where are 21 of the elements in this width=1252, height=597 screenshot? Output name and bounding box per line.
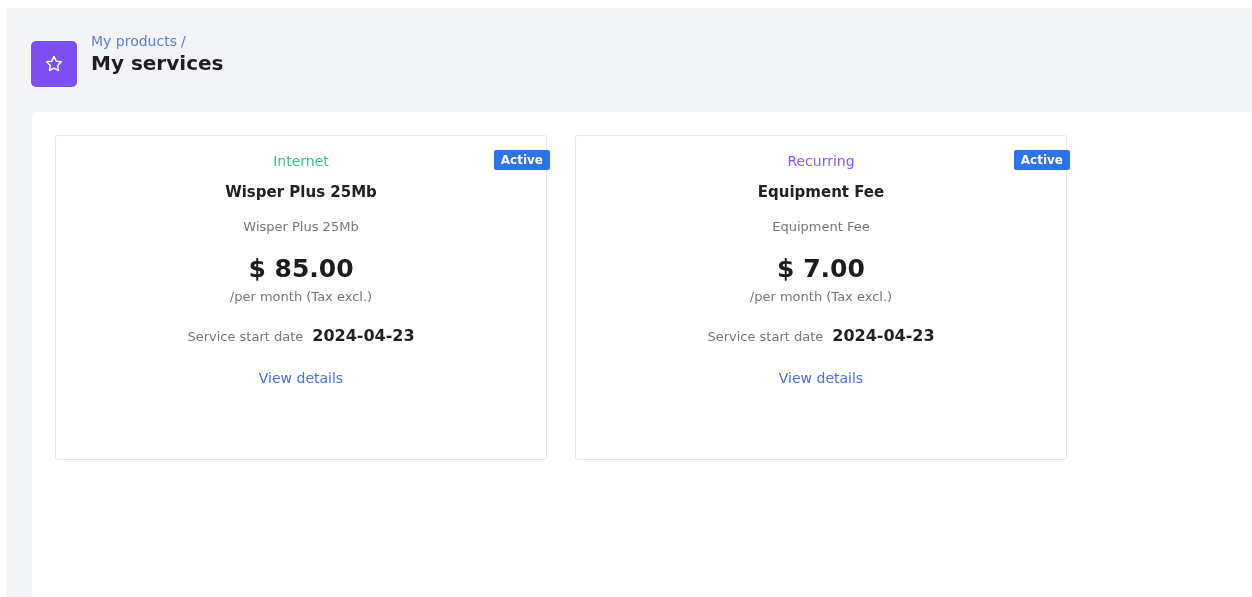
breadcrumb-link[interactable]: My products bbox=[91, 33, 177, 49]
billing-period: /per month (Tax excl.) bbox=[229, 289, 373, 304]
category-label: Internet bbox=[273, 153, 329, 169]
status-badge: Active bbox=[1013, 150, 1070, 170]
start-date-label: Service start date bbox=[707, 329, 824, 344]
price: $ 85.00 bbox=[248, 254, 354, 283]
service-name: Equipment Fee bbox=[757, 183, 885, 201]
view-details-link[interactable]: View details bbox=[258, 370, 344, 386]
start-date: 2024-04-23 bbox=[832, 326, 935, 345]
price: $ 7.00 bbox=[777, 254, 865, 283]
breadcrumb-separator: / bbox=[180, 33, 186, 49]
start-date-label: Service start date bbox=[187, 329, 304, 344]
billing-period: /per month (Tax excl.) bbox=[749, 289, 893, 304]
service-description: Equipment Fee bbox=[772, 219, 870, 234]
category-label: Recurring bbox=[787, 153, 855, 169]
status-badge: Active bbox=[493, 150, 550, 170]
service-description: Wisper Plus 25Mb bbox=[243, 219, 359, 234]
view-details-link[interactable]: View details bbox=[778, 370, 864, 386]
start-date: 2024-04-23 bbox=[312, 326, 415, 345]
page-title: My services bbox=[91, 51, 224, 75]
service-name: Wisper Plus 25Mb bbox=[225, 183, 377, 201]
